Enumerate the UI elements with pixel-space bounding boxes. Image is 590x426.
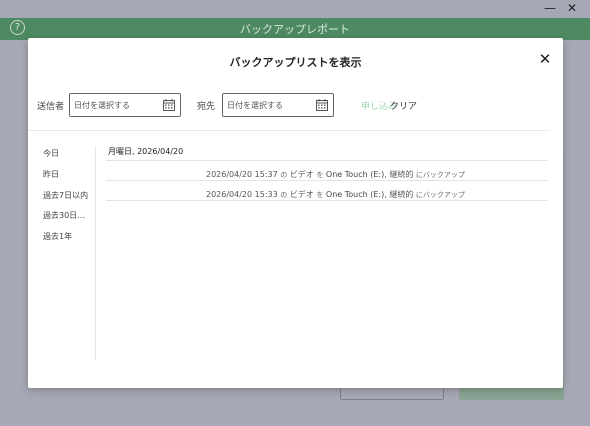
window-titlebar: — ✕ [0,0,590,18]
recipient-date-field[interactable] [222,93,334,117]
entry-particle: の [280,191,288,199]
entry-particle: を [316,171,324,179]
clear-button[interactable]: クリア [390,99,417,112]
entry-time: 2026/04/20 15:33 [206,190,278,199]
list-item: 2026/04/20 15:37 の ビデオ を One Touch (E:),… [206,169,465,180]
sidebar-divider [95,146,96,360]
list-item: 2026/04/20 15:33 の ビデオ を One Touch (E:),… [206,189,465,200]
close-icon[interactable]: ✕ [537,51,553,67]
entry-suffix: にバックアップ [415,191,465,199]
entry-type: ビデオ [289,190,314,199]
window-close-button[interactable]: ✕ [564,1,580,15]
sidebar-item-past-7-days[interactable]: 過去7日以内 [43,190,88,201]
entry-separator: , [384,190,387,199]
sidebar-item-today[interactable]: 今日 [43,148,59,159]
entry-particle: の [280,171,288,179]
calendar-icon[interactable] [163,99,175,111]
background-panel-edge [563,148,565,362]
divider [28,130,550,131]
app-header-bar: バックアップレポート [0,18,590,40]
date-group-header: 月曜日, 2026/04/20 [108,147,184,156]
help-icon[interactable]: ? [10,20,25,35]
recipient-label: 宛先 [197,102,216,112]
entry-suffix: にバックアップ [415,171,465,179]
entry-device: One Touch (E:) [325,170,385,179]
backup-list-dialog: バックアップリストを表示 ✕ 送信者 宛先 申し込み クリア 今日 昨日 過去7… [28,38,563,388]
minimize-button[interactable]: — [542,1,558,15]
recipient-date-input[interactable] [227,98,311,112]
row-divider [106,160,548,161]
sender-label: 送信者 [37,102,65,112]
entry-mode: 継続的 [389,170,414,179]
row-divider [106,180,548,181]
sidebar-item-past-1-year[interactable]: 過去1年 [43,231,72,242]
entry-separator: , [384,170,387,179]
sender-date-input[interactable] [74,98,158,112]
sidebar-item-yesterday[interactable]: 昨日 [43,169,59,180]
row-divider [106,200,548,201]
entry-mode: 継続的 [389,190,414,199]
sender-date-field[interactable] [69,93,181,117]
app-title: バックアップレポート [240,23,350,36]
calendar-icon[interactable] [316,99,328,111]
dialog-title: バックアップリストを表示 [229,56,362,69]
entry-particle: を [316,191,324,199]
entry-device: One Touch (E:) [325,190,385,199]
sidebar-item-past-30-days[interactable]: 過去30日… [43,210,85,221]
entry-type: ビデオ [289,170,314,179]
entry-time: 2026/04/20 15:37 [206,170,278,179]
